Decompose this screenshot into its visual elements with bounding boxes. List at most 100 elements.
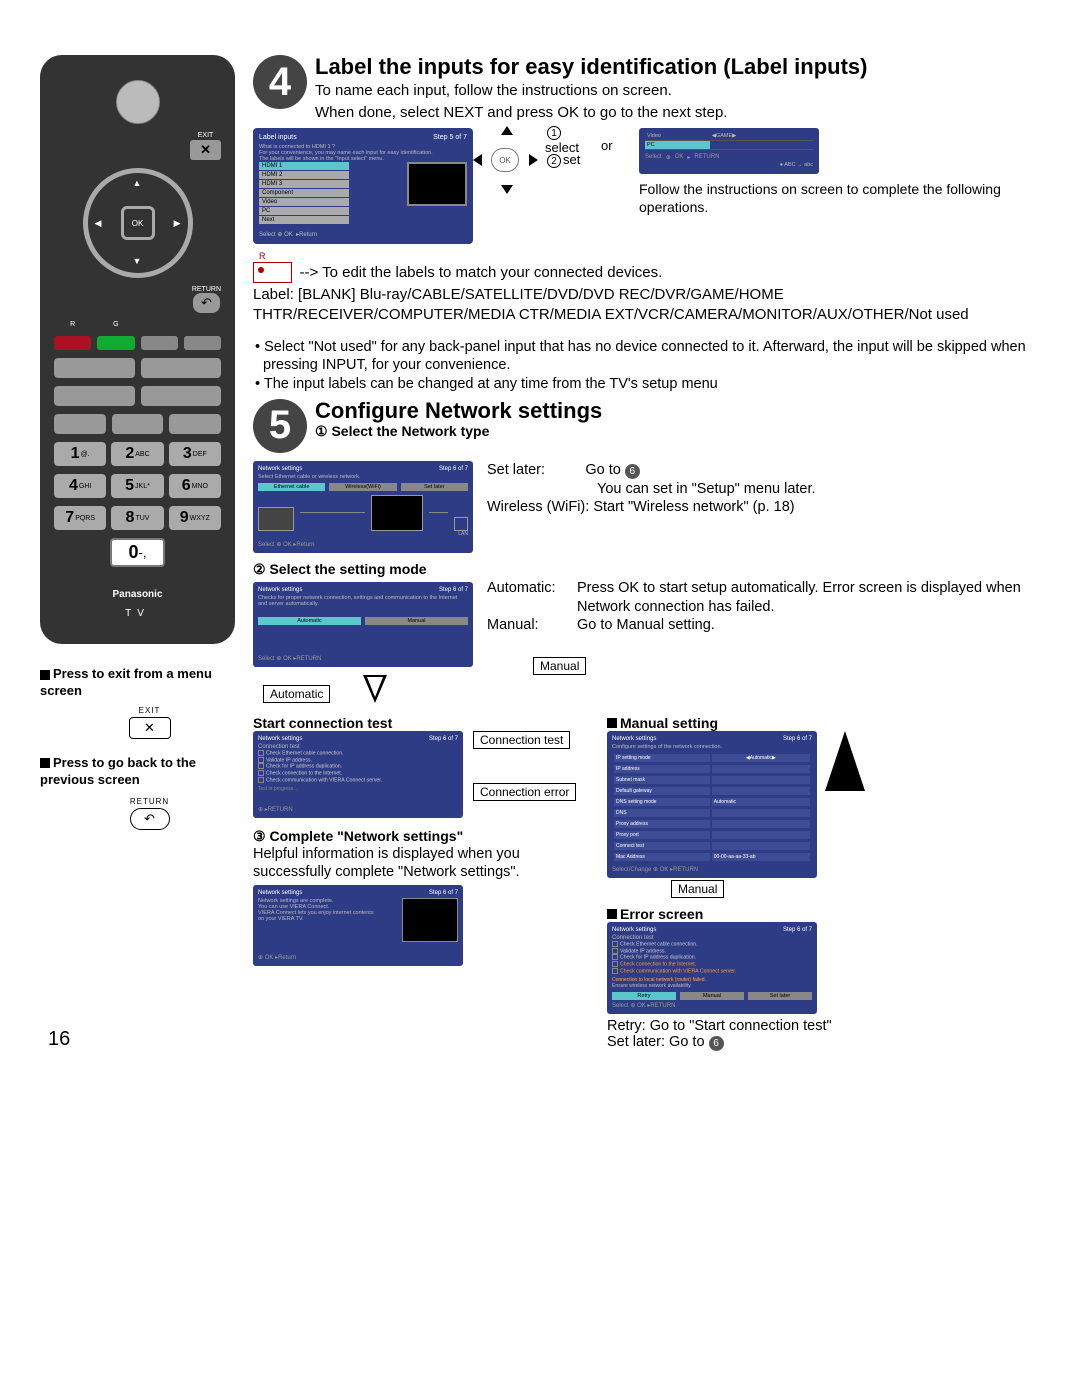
r-label: R [54,321,91,328]
six-icon: 6 [625,464,640,479]
red-button [54,336,91,350]
li-row: Video [259,198,349,206]
key-8: 8TUV [111,506,163,530]
left-arrow-icon: ◀ [95,218,102,229]
remote-exit: EXIT ✕ [190,132,221,160]
laptop-icon [371,495,423,531]
nav-diagram: OK 1select or 2set [491,128,591,192]
right-arrow-icon: ▶ [174,218,181,229]
page-number: 16 [48,1028,70,1051]
step4-line1: To name each input, follow the instructi… [253,81,1040,101]
remote-control: EXIT ✕ OK ▲ ▼ ◀ ▶ RETURN ↶ R G [40,55,235,644]
setting-mode-screen: Network settingsStep 6 of 7 Checks for p… [253,582,473,667]
step5-badge: 5 [253,399,307,453]
return-btn-icon: ↶ [130,808,170,830]
power-button [116,80,160,124]
arrow-up-icon [825,731,865,791]
error-screen: Network settingsStep 6 of 7 Connection t… [607,922,817,1014]
auto-lbl: Automatic: [487,579,577,617]
li-foot-select: Select [259,232,276,238]
sp-return: RETURN [694,154,719,161]
manual-screen: Network settingsStep 6 of 7 Configure se… [607,731,817,878]
green-button [97,336,134,350]
sp-ok: OK [675,154,684,161]
retry-line: Retry: Go to "Start connection test" [607,1018,1040,1034]
li-row: HDMI 3 [259,180,349,188]
return-btn-label: RETURN [64,797,235,806]
li-foot-ok: OK [284,232,293,238]
opt-wifi: Wireless(WiFi) [329,483,396,491]
auto-desc: Press OK to start setup automatically. E… [577,579,1040,617]
li-step: Step 5 of 7 [433,134,467,141]
manual-lbl: Manual: [487,616,577,635]
key-1: 1@. [54,442,106,466]
router-icon [258,507,294,531]
nav-or: or [601,138,613,153]
label-inputs-screen: Label inputs Step 5 of 7 What is connecte… [253,128,473,244]
manual-tag: Manual [533,657,586,675]
row2 [54,386,221,406]
manual-h: Manual setting [620,715,718,731]
opt-ethernet: Ethernet cable [258,483,325,491]
opt-later-err: Set later [748,992,812,1000]
up-arrow-icon: ▲ [133,178,142,188]
bullet-1: • Select "Not used" for any back-panel i… [263,338,1040,374]
key-4: 4GHI [54,474,106,498]
follow-text: Follow the instructions on screen to com… [639,180,1040,216]
done-preview-icon [402,898,458,942]
return-label: RETURN [192,286,221,293]
setlater-desc: You can set in "Setup" menu later. [597,480,1040,499]
bullet-2: • The input labels can be changed at any… [263,375,1040,393]
conn-error-tag: Connection error [473,783,576,801]
brand-label: Panasonic [112,589,162,600]
li-desc: What is connected to HDMI 1 ? For your c… [259,144,467,162]
opt-auto: Automatic [258,617,361,625]
start-conn-h: Start connection test [253,715,593,731]
video-pc-table: Video◀GAME▶ PC [645,132,813,150]
setlater-lbl: Set later: [487,462,545,478]
opt-retry: Retry [612,992,676,1000]
li-row: PC [259,207,349,215]
left-notes: Press to exit from a menu screen EXIT ✕ … [40,666,235,830]
key-9: 9WXYZ [169,506,221,530]
row1 [54,358,221,378]
conn-test-tag: Connection test [473,731,570,749]
tv-label: TV [125,608,150,619]
li-title: Label inputs [259,134,297,141]
key-2: 2ABC [111,442,163,466]
key-0: 0-, [110,538,165,567]
exit-label: EXIT [198,132,214,139]
video-pc-panel: Video◀GAME▶ PC Select ⊕ OK ▸RETURN ● ABC… [639,128,819,174]
six-icon-2: 6 [709,1036,724,1051]
g-label: G [97,321,134,328]
key-6: 6MNO [169,474,221,498]
manual-desc: Go to Manual setting. [577,616,1040,635]
step4-line2: When done, select NEXT and press OK to g… [253,103,1040,123]
step-4-section: 4 Label the inputs for easy identificati… [253,55,1040,393]
error-h: Error screen [620,906,703,922]
exit-note: Press to exit from a menu screen [40,666,212,698]
r-tag: R [259,251,266,261]
step4-badge: 4 [253,55,307,109]
key-5: 5JKL* [111,474,163,498]
edit-text: --> To edit the labels to match your con… [299,264,662,281]
down-arrow-icon: ▼ [133,256,142,266]
sp-abc: ABC → abc [784,162,813,168]
net-done-screen: Network settingsStep 6 of 7 Network sett… [253,885,463,966]
red-button-icon [253,262,292,283]
conn-test-screen: Network settingsStep 6 of 7 Connection t… [253,731,463,818]
lan-icon [454,517,468,531]
wifi-desc: Start "Wireless network" (p. 18) [593,499,794,515]
key-3: 3DEF [169,442,221,466]
opt-manual-err: Manual [680,992,744,1000]
automatic-tag: Automatic [263,685,330,703]
nav-set: set [563,152,580,167]
sub1: Select the Network type [331,423,489,439]
sub3: Complete "Network settings" [269,828,463,844]
li-row: HDMI 2 [259,171,349,179]
dpad: OK ▲ ▼ ◀ ▶ [83,168,193,278]
li-row: Component [259,189,349,197]
x-icon: ✕ [190,140,221,160]
step-5-section: 5 Configure Network settings ① Select th… [253,399,1040,1051]
net-type-screen: Network settingsStep 6 of 7 Select Ether… [253,461,473,553]
